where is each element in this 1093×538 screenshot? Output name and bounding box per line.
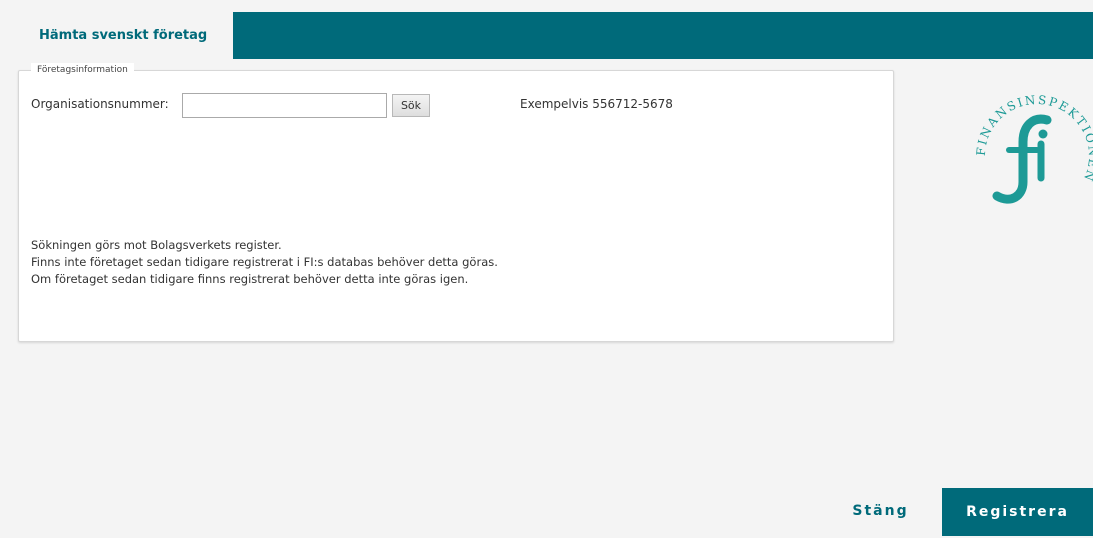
register-button[interactable]: Registrera (942, 488, 1093, 536)
finansinspektionen-logo: FINANSINSPEKTIONEN (974, 90, 1093, 220)
info-text: Sökningen görs mot Bolagsverkets registe… (31, 237, 498, 288)
logo-text: FINANSINSPEKTIONEN (974, 93, 1093, 185)
org-number-input[interactable] (182, 93, 387, 118)
logo-icon: FINANSINSPEKTIONEN (974, 93, 1093, 204)
tab-hamta-svenskt-foretag[interactable]: Hämta svenskt företag (19, 12, 233, 59)
close-button[interactable]: Stäng (833, 490, 928, 532)
panel-legend: Företagsinformation (31, 63, 134, 77)
org-number-label: Organisationsnummer: (31, 97, 169, 111)
info-line: Sökningen görs mot Bolagsverkets registe… (31, 238, 282, 252)
info-line: Om företaget sedan tidigare finns regist… (31, 272, 469, 286)
example-text: Exempelvis 556712-5678 (520, 97, 673, 111)
info-line: Finns inte företaget sedan tidigare regi… (31, 255, 498, 269)
svg-text:FINANSINSPEKTIONEN: FINANSINSPEKTIONEN (975, 93, 1093, 185)
search-button[interactable]: Sök (392, 94, 430, 117)
company-info-panel: Företagsinformation Organisationsnummer:… (18, 63, 894, 342)
header-band (233, 12, 1093, 59)
tab-label: Hämta svenskt företag (39, 28, 208, 43)
